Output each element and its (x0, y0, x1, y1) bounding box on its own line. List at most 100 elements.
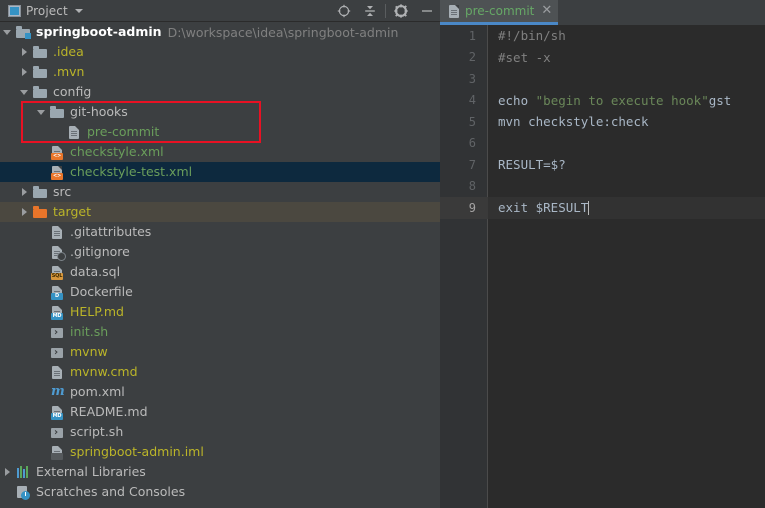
project-panel-toolbar (331, 0, 440, 22)
collapse-all-icon[interactable] (357, 0, 383, 22)
tree-row[interactable]: <> checkstyle-test.xml (0, 162, 440, 182)
line-number: 8 (468, 179, 476, 194)
tree-row-label: pre-commit (87, 124, 160, 139)
line-number: 1 (468, 28, 476, 43)
code-line[interactable]: 6 (440, 133, 765, 155)
toolbar-divider (385, 4, 386, 18)
expand-arrow-icon[interactable] (20, 47, 31, 58)
expand-arrow-icon[interactable] (20, 67, 31, 78)
tree-row-label: data.sql (70, 264, 121, 279)
close-icon[interactable]: ✕ (541, 4, 552, 17)
minimize-icon[interactable] (414, 0, 440, 22)
editor-area: pre-commit ✕ 1 #!/bin/sh 2 #set -x 3 4 echo "b… (440, 0, 765, 508)
tree-row[interactable]: pre-commit (0, 122, 440, 142)
tree-row-root[interactable]: springboot-admin D:\workspace\idea\sprin… (0, 22, 440, 42)
tree-row[interactable]: config (0, 82, 440, 102)
shell-script-icon (50, 325, 65, 340)
locate-icon[interactable] (331, 0, 357, 22)
tree-row-label: .idea (53, 44, 84, 59)
project-icon (8, 4, 21, 17)
expand-arrow-icon[interactable] (20, 207, 31, 218)
code-line[interactable]: 1 #!/bin/sh (440, 25, 765, 47)
code-line[interactable]: 4 echo "begin to execute hook"gst (440, 90, 765, 112)
project-selector[interactable]: Project (0, 4, 83, 18)
tree-row[interactable]: .idea (0, 42, 440, 62)
code-line[interactable]: 2 #set -x (440, 47, 765, 69)
tree-row[interactable]: MD HELP.md (0, 302, 440, 322)
tab-pre-commit[interactable]: pre-commit ✕ (440, 0, 559, 25)
collapse-arrow-icon[interactable] (37, 107, 48, 118)
expand-arrow-icon[interactable] (20, 187, 31, 198)
tree-row-label: .gitattributes (70, 224, 152, 239)
iml-file-icon (50, 445, 65, 460)
tree-row[interactable]: target (0, 202, 440, 222)
gear-icon[interactable] (388, 0, 414, 22)
project-tool-window: Project springboot-admin D:\workspace\id… (0, 0, 440, 508)
tree-row[interactable]: mvnw (0, 342, 440, 362)
tree-row[interactable]: D Dockerfile (0, 282, 440, 302)
tree-row[interactable]: git-hooks (0, 102, 440, 122)
line-number: 4 (468, 93, 476, 108)
tree-row[interactable]: script.sh (0, 422, 440, 442)
tree-row-label: .mvn (53, 64, 85, 79)
code-text: exit $RESULT (498, 200, 590, 216)
tree-row[interactable]: SQL data.sql (0, 262, 440, 282)
tree-row-label: mvnw.cmd (70, 364, 138, 379)
tree-row[interactable]: init.sh (0, 322, 440, 342)
code-line[interactable]: 8 (440, 176, 765, 198)
ignored-file-icon (50, 245, 66, 261)
expand-arrow-icon[interactable] (3, 27, 14, 38)
tree-row[interactable]: <> checkstyle.xml (0, 142, 440, 162)
tree-row[interactable]: mvnw.cmd (0, 362, 440, 382)
file-icon (447, 4, 460, 19)
tree-row-label: checkstyle-test.xml (70, 164, 193, 179)
tab-label: pre-commit (465, 4, 535, 18)
tree-row-label: mvnw (70, 344, 108, 359)
scratches-icon (16, 485, 31, 500)
tree-row[interactable]: .gitattributes (0, 222, 440, 242)
xml-file-icon: <> (50, 165, 65, 180)
tree-row[interactable]: springboot-admin.iml (0, 442, 440, 462)
tree-row[interactable]: src (0, 182, 440, 202)
code-line[interactable]: 5 mvn checkstyle:check (440, 111, 765, 133)
tree-row-label: springboot-admin (36, 24, 162, 39)
markdown-file-icon: MD (50, 305, 65, 320)
expand-arrow-icon[interactable] (3, 467, 14, 478)
code-line[interactable]: 9 exit $RESULT (440, 197, 765, 219)
folder-icon (33, 85, 48, 100)
tree-row[interactable]: Scratches and Consoles (0, 482, 440, 502)
tree-row[interactable]: External Libraries (0, 462, 440, 482)
maven-file-icon (50, 384, 65, 400)
xml-file-icon: <> (50, 145, 65, 160)
tree-row[interactable]: pom.xml (0, 382, 440, 402)
echo-keyword: echo (498, 92, 536, 108)
code-text: echo "begin to execute hook"gst (498, 93, 731, 108)
idea-ide-window: Project springboot-admin D:\workspace\id… (0, 0, 765, 508)
echo-string: "begin to execute hook" (535, 92, 709, 108)
code-line[interactable]: 7 RESULT=$? (440, 154, 765, 176)
docker-file-icon: D (50, 285, 65, 300)
tree-row-label: init.sh (70, 324, 109, 339)
tree-row[interactable]: MD README.md (0, 402, 440, 422)
collapse-arrow-icon[interactable] (20, 87, 31, 98)
tree-row-label: HELP.md (70, 304, 124, 319)
code-line[interactable]: 3 (440, 68, 765, 90)
tree-row-label: README.md (70, 404, 148, 419)
project-panel-header: Project (0, 0, 440, 22)
project-file-tree[interactable]: springboot-admin D:\workspace\idea\sprin… (0, 22, 440, 508)
tree-row[interactable]: .gitignore (0, 242, 440, 262)
line-number: 7 (468, 157, 476, 172)
code-editor[interactable]: 1 #!/bin/sh 2 #set -x 3 4 echo "begin to execu… (440, 25, 765, 508)
line-number: 2 (468, 50, 476, 65)
chevron-down-icon[interactable] (74, 8, 83, 13)
tree-row-label: git-hooks (70, 104, 128, 119)
line-number: 9 (468, 200, 476, 215)
project-panel-title: Project (26, 3, 68, 18)
markdown-file-icon: MD (50, 405, 65, 420)
tree-row[interactable]: .mvn (0, 62, 440, 82)
code-text: RESULT=$? (498, 157, 566, 173)
